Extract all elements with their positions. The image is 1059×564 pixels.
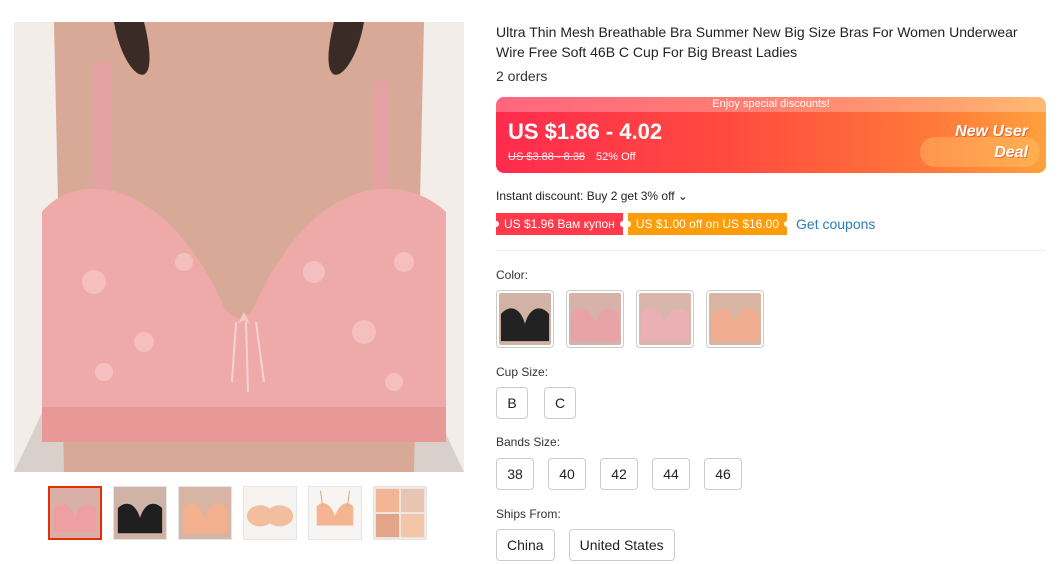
divider	[496, 250, 1046, 251]
color-swatches	[496, 290, 764, 348]
order-count: 2 orders	[496, 68, 548, 84]
thumbnail-skin-hanger[interactable]	[308, 486, 362, 540]
color-option-skin[interactable]	[706, 290, 764, 348]
coupon-row: US $1.96 Вам купон US $1.00 off on US $1…	[493, 213, 875, 235]
color-label: Color:	[496, 268, 529, 282]
promo-line-2: Deal	[994, 144, 1028, 161]
band-option-44[interactable]: 44	[652, 458, 690, 490]
current-price: US $1.86 - 4.02	[508, 119, 663, 144]
band-option-42[interactable]: 42	[600, 458, 638, 490]
discount-strip: Enjoy special discounts!	[496, 97, 1046, 112]
band-size-options: 38 40 42 44 46	[496, 458, 742, 490]
cup-size-options: B C	[496, 387, 577, 419]
thumbnail-strip	[48, 486, 427, 540]
instant-discount-toggle[interactable]: Instant discount: Buy 2 get 3% off ⌄	[496, 189, 688, 203]
cup-size-label: Cup Size:	[496, 365, 549, 379]
discount-percent: 52% Off	[596, 151, 636, 163]
color-option-black[interactable]	[496, 290, 554, 348]
color-option-light-pink[interactable]	[636, 290, 694, 348]
color-option-pink[interactable]	[566, 290, 624, 348]
main-product-image[interactable]	[14, 22, 464, 472]
band-size-label: Bands Size:	[496, 435, 561, 449]
coupon-badge[interactable]: US $1.00 off on US $16.00	[624, 213, 791, 235]
thumbnail-skin-flat[interactable]	[243, 486, 297, 540]
get-coupons-link[interactable]: Get coupons	[796, 216, 875, 232]
band-option-40[interactable]: 40	[548, 458, 586, 490]
thumbnail-skin-front[interactable]	[178, 486, 232, 540]
coupon-badge[interactable]: US $1.96 Вам купон	[493, 213, 626, 235]
band-option-38[interactable]: 38	[496, 458, 534, 490]
thumbnail-pink-front[interactable]	[48, 486, 102, 540]
ships-from-options: China United States	[496, 529, 675, 561]
new-user-deal-badge: New User Deal	[955, 121, 1028, 163]
cup-option-b[interactable]: B	[496, 387, 528, 419]
ships-option-united-states[interactable]: United States	[568, 529, 675, 561]
product-title: Ultra Thin Mesh Breathable Bra Summer Ne…	[496, 24, 1018, 60]
band-option-46[interactable]: 46	[704, 458, 742, 490]
ships-from-label: Ships From:	[496, 507, 561, 521]
thumbnail-black-front[interactable]	[113, 486, 167, 540]
thumbnail-collage[interactable]	[373, 486, 427, 540]
original-price: US $3.88 - 8.38	[508, 151, 586, 163]
ships-option-china[interactable]: China	[496, 529, 555, 561]
cup-option-c[interactable]: C	[544, 387, 577, 419]
product-photo	[14, 22, 464, 472]
promo-line-1: New User	[955, 123, 1028, 140]
price-banner: Enjoy special discounts! US $1.86 - 4.02…	[496, 97, 1046, 173]
